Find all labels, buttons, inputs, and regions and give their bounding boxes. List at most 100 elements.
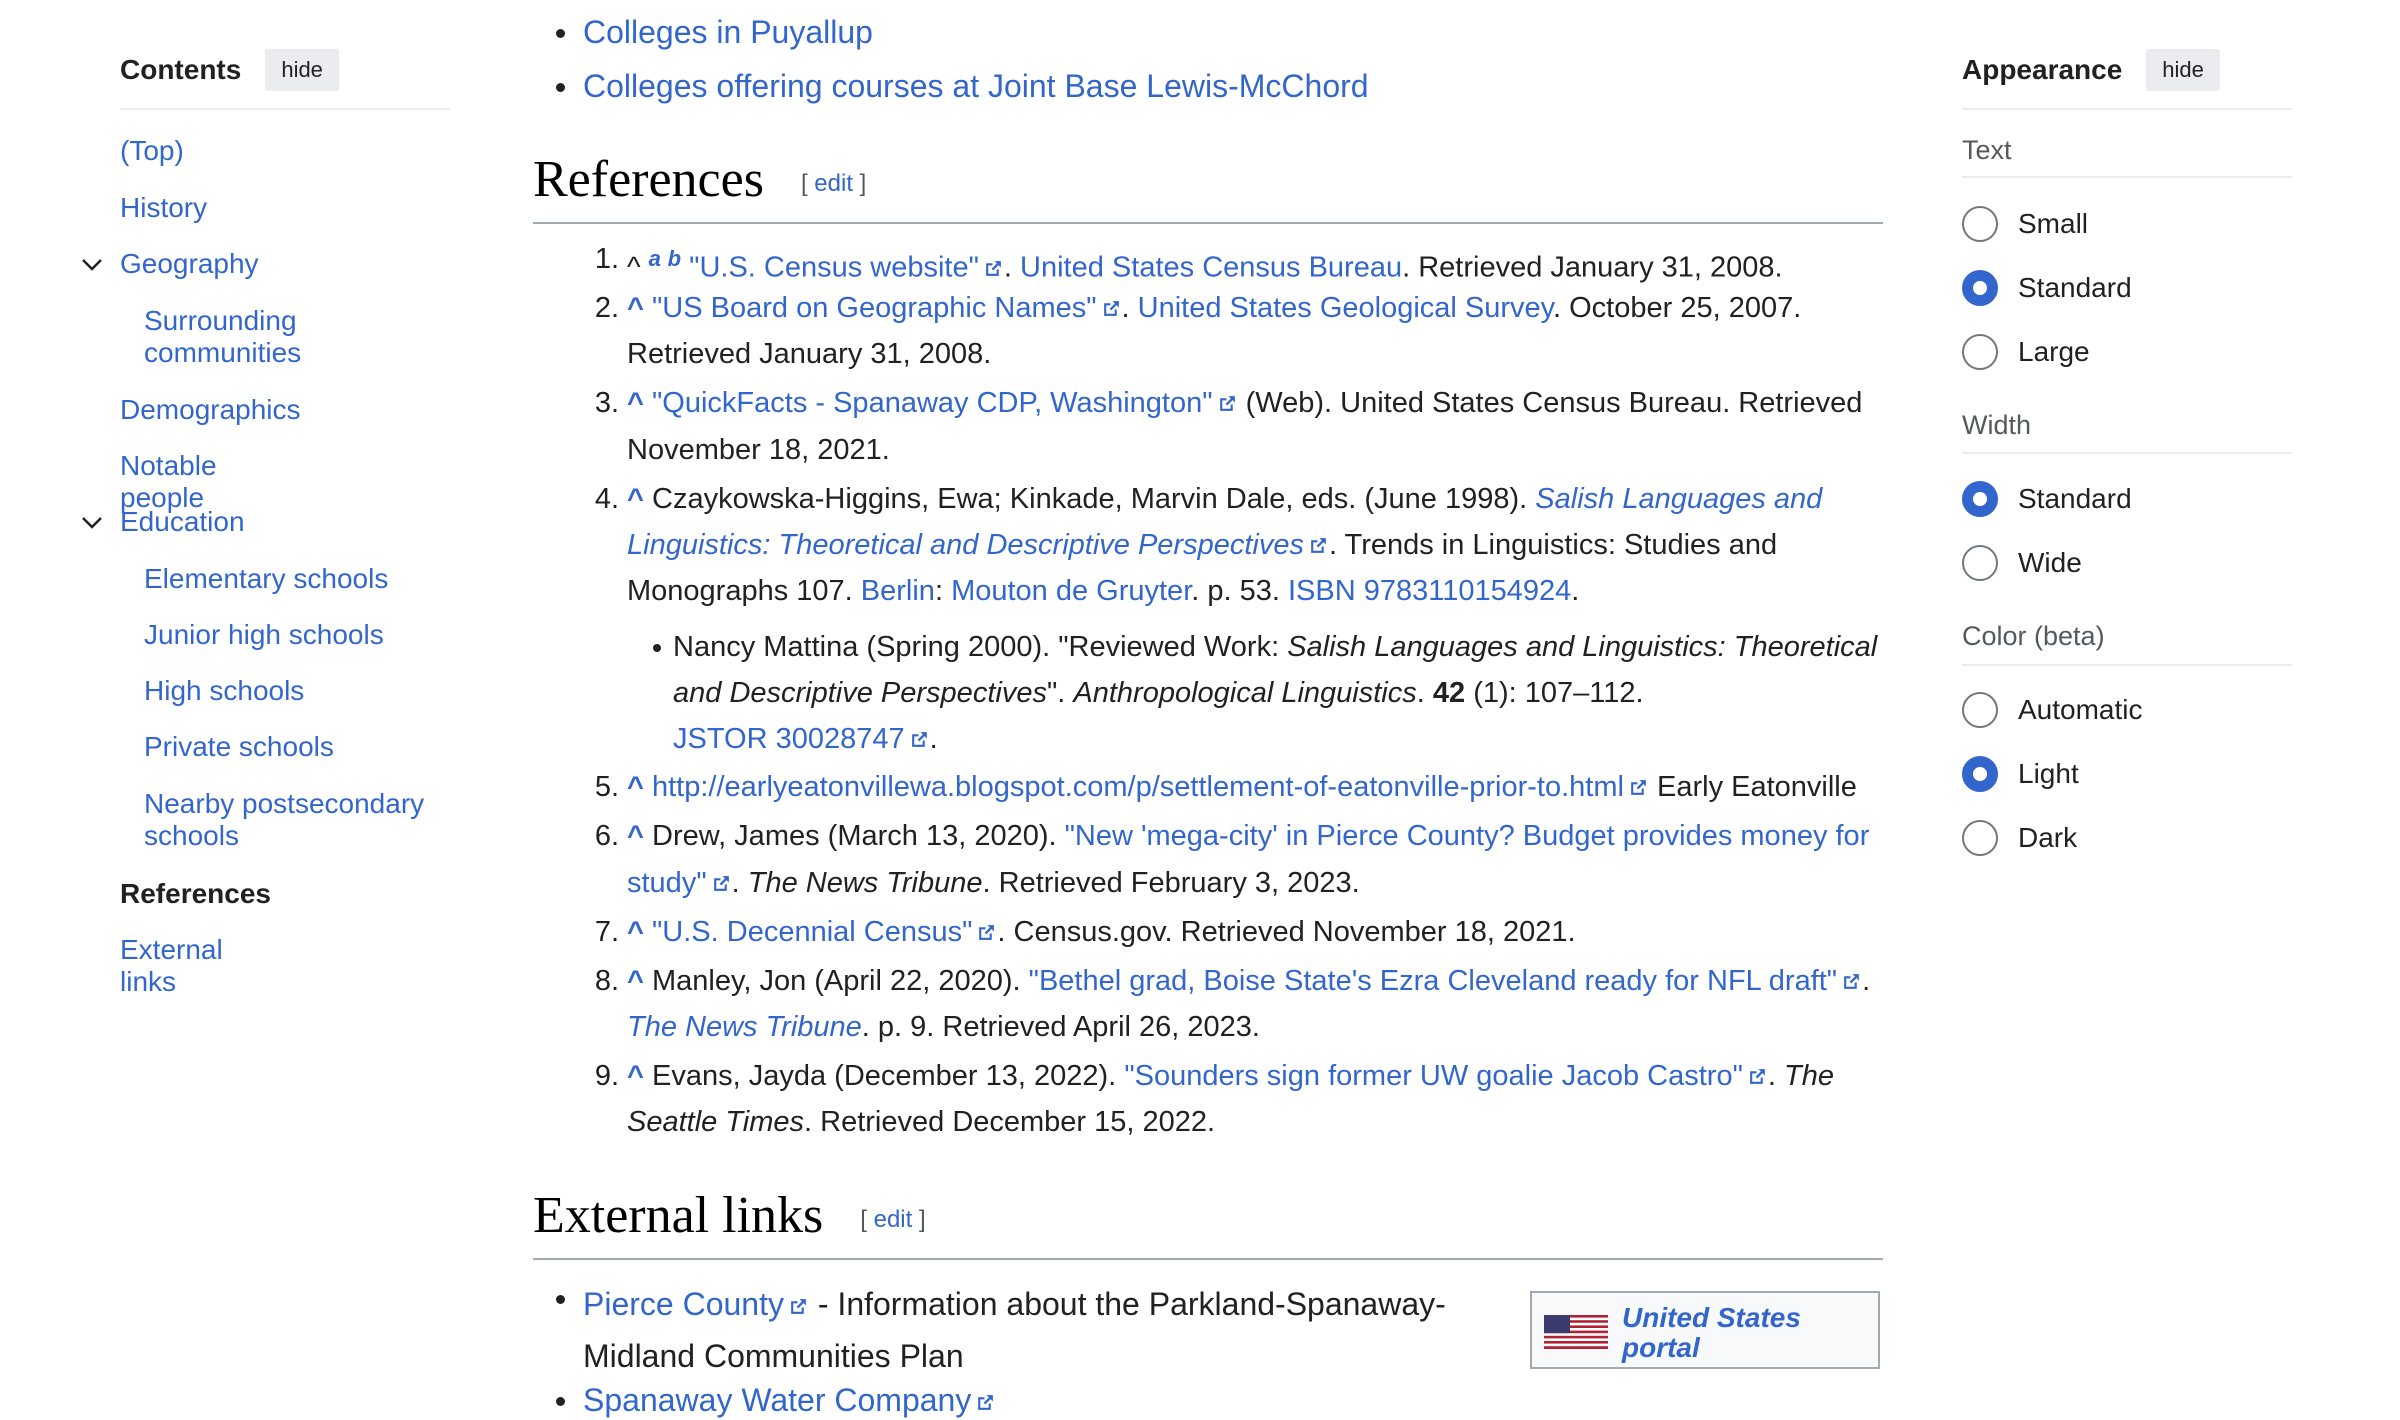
- backlink-caret[interactable]: ^: [627, 771, 644, 803]
- list-item[interactable]: Colleges offering courses at Joint Base …: [556, 66, 1369, 106]
- external-link-icon: [1308, 535, 1329, 556]
- list-item[interactable]: Colleges in Puyallup: [556, 12, 873, 52]
- ref-publisher-link[interactable]: Mouton de Gruyter: [951, 575, 1191, 607]
- toc-item-notable-people[interactable]: Notable people: [120, 450, 217, 514]
- ref-text: .: [1416, 677, 1433, 709]
- edit-link[interactable]: [ edit ]: [801, 170, 866, 197]
- toc-item-elementary-schools[interactable]: Elementary schools: [144, 563, 444, 595]
- ref-number: 7.: [594, 916, 619, 948]
- external-link[interactable]: Spanaway Water Company: [583, 1382, 971, 1418]
- radio-button[interactable]: [1962, 206, 1998, 242]
- edit-link-text[interactable]: edit: [874, 1206, 913, 1233]
- radio-button[interactable]: [1962, 545, 1998, 581]
- toc-item-geography[interactable]: Geography: [120, 248, 259, 279]
- radio-button[interactable]: [1962, 334, 1998, 370]
- edit-link-text[interactable]: edit: [814, 170, 853, 197]
- color-light-option[interactable]: Light: [1962, 756, 2079, 792]
- backlink-caret[interactable]: ^: [627, 292, 644, 324]
- ref-link[interactable]: "U.S. Census website": [689, 252, 979, 284]
- ref-number: 1.: [594, 243, 619, 275]
- text-size-small-option[interactable]: Small: [1962, 206, 2088, 242]
- ref-link[interactable]: "U.S. Decennial Census": [652, 916, 972, 948]
- backlink-caret[interactable]: ^: [627, 965, 644, 997]
- ref-link[interactable]: http://earlyeatonvillewa.blogspot.com/p/…: [652, 771, 1624, 803]
- radio-button-selected[interactable]: [1962, 270, 1998, 306]
- ref-publication-link[interactable]: The News Tribune: [627, 1011, 862, 1043]
- ref-publication: Seattle Times: [627, 1106, 805, 1138]
- ref-link[interactable]: "Sounders sign former UW goalie Jacob Ca…: [1124, 1060, 1743, 1092]
- backlink-caret[interactable]: ^: [627, 483, 644, 515]
- bullet: [653, 644, 661, 652]
- ref-link[interactable]: "Bethel grad, Boise State's Ezra Clevela…: [1029, 965, 1837, 997]
- toc-item-nearby-postsecondary-schools[interactable]: Nearby postsecondary schools: [144, 788, 444, 852]
- toc-item-history[interactable]: History: [120, 192, 207, 224]
- toc-item-junior-high-schools[interactable]: Junior high schools: [144, 619, 444, 651]
- reference-6: ^ Drew, James (March 13, 2020). "New 'me…: [627, 813, 1869, 859]
- text-size-label: Text: [1962, 135, 2012, 165]
- backlink-caret[interactable]: ^: [627, 1060, 644, 1092]
- ref-book-link[interactable]: Salish Languages and: [1535, 483, 1822, 515]
- ref-book-link[interactable]: Linguistics: Theoretical and Descriptive…: [627, 529, 1304, 561]
- chevron-down-icon[interactable]: [80, 510, 104, 534]
- toc-item-surrounding-communities[interactable]: Surrounding communities: [144, 305, 444, 369]
- ref-text: November 18, 2021.: [627, 434, 890, 466]
- jstor-link[interactable]: JSTOR 30028747: [673, 723, 905, 755]
- ref-link[interactable]: study": [627, 867, 707, 899]
- option-label: Standard: [2018, 272, 2132, 303]
- ref-location-link[interactable]: Berlin: [861, 575, 935, 607]
- edit-link[interactable]: [ edit ]: [860, 1206, 925, 1233]
- ref-link[interactable]: "QuickFacts - Spanaway CDP, Washington": [652, 387, 1213, 419]
- backlink-caret[interactable]: ^: [627, 820, 644, 852]
- option-label: Dark: [2018, 822, 2078, 853]
- color-dark-option[interactable]: Dark: [1962, 820, 2077, 856]
- radio-button-selected[interactable]: [1962, 756, 1998, 792]
- ref-number: 2.: [594, 292, 619, 324]
- text-size-large-option[interactable]: Large: [1962, 334, 2090, 370]
- ref-link[interactable]: "New 'mega-city' in Pierce County? Budge…: [1065, 820, 1870, 852]
- toc-item-external-links[interactable]: External links: [120, 934, 223, 998]
- ref-text: . p. 9. Retrieved April 26, 2023.: [861, 1011, 1260, 1043]
- external-link-icon: [1747, 1066, 1768, 1087]
- toc-item-education[interactable]: Education: [120, 506, 245, 537]
- width-standard-option[interactable]: Standard: [1962, 481, 2132, 517]
- ref-number: 8.: [594, 965, 619, 997]
- external-link[interactable]: Pierce County: [583, 1286, 784, 1322]
- chevron-down-icon[interactable]: [80, 252, 104, 276]
- ref-text: Monographs 107.: [627, 575, 861, 607]
- backlink-caret[interactable]: ^: [627, 916, 644, 948]
- isbn-link[interactable]: ISBN 9783110154924: [1288, 575, 1571, 607]
- ref-text: .: [1767, 1060, 1785, 1092]
- toc-item-references[interactable]: References: [120, 878, 271, 910]
- ref-publisher-link[interactable]: United States Census Bureau: [1020, 252, 1402, 284]
- radio-button-selected[interactable]: [1962, 481, 1998, 517]
- portal-box[interactable]: United States portal: [1530, 1291, 1880, 1369]
- toc-title: Contents: [120, 54, 242, 85]
- toc-item-top[interactable]: (Top): [120, 135, 184, 167]
- color-automatic-option[interactable]: Automatic: [1962, 692, 2143, 728]
- backlink-caret[interactable]: ^: [627, 387, 644, 419]
- radio-button[interactable]: [1962, 820, 1998, 856]
- ref-text: Evans, Jayda (December 13, 2022).: [652, 1060, 1125, 1092]
- option-label: Standard: [2018, 483, 2132, 514]
- toc-hide-button[interactable]: hide: [265, 49, 339, 91]
- portal-label[interactable]: United States portal: [1622, 1303, 1801, 1363]
- appearance-hide-button[interactable]: hide: [2146, 49, 2220, 91]
- toc-item-demographics[interactable]: Demographics: [120, 394, 301, 426]
- radio-button[interactable]: [1962, 692, 1998, 728]
- width-wide-option[interactable]: Wide: [1962, 545, 2082, 581]
- toc-item-high-schools[interactable]: High schools: [144, 675, 444, 707]
- portal-label-line: United States: [1622, 1302, 1801, 1333]
- ref-link[interactable]: "US Board on Geographic Names": [652, 292, 1097, 324]
- toc-item-private-schools[interactable]: Private schools: [144, 731, 444, 763]
- ref-publisher-link[interactable]: United States Geological Survey: [1138, 292, 1553, 324]
- backlink-b[interactable]: b: [668, 246, 681, 271]
- ref-text: . Census.gov. Retrieved November 18, 202…: [997, 916, 1576, 948]
- reference-9-line2: Seattle Times. Retrieved December 15, 20…: [627, 1099, 1215, 1145]
- option-label: Automatic: [2018, 694, 2143, 725]
- backlink-a[interactable]: a: [649, 246, 661, 271]
- ref-text: Nancy Mattina (Spring 2000). "Reviewed W…: [673, 631, 1288, 663]
- ref-text: Retrieved January 31, 2008.: [627, 338, 992, 370]
- ref-text: . Trends in Linguistics: Studies and: [1328, 529, 1778, 561]
- ref-text: Salish Languages and Linguistics: Theore…: [1287, 631, 1878, 663]
- text-size-standard-option[interactable]: Standard: [1962, 270, 2132, 306]
